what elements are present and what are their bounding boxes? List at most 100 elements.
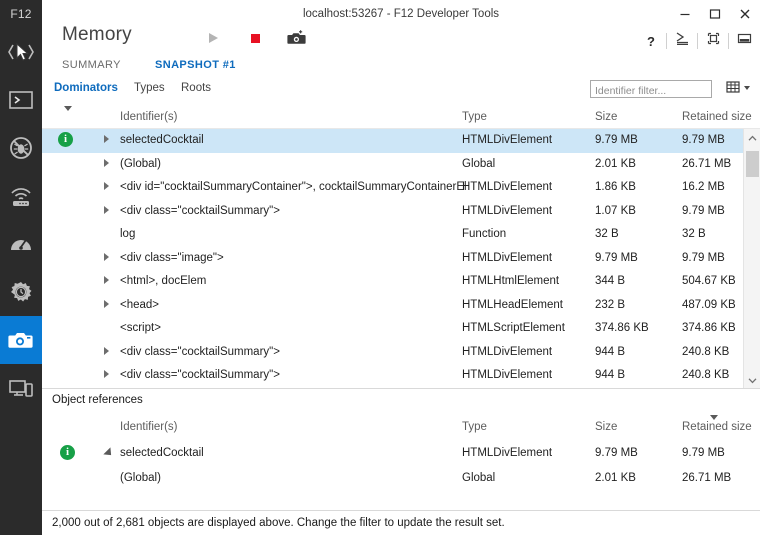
cell-type: HTMLScriptElement [462, 322, 565, 334]
object-references-title: Object references [52, 394, 143, 406]
expand-triangle-icon[interactable] [104, 299, 109, 308]
table-row[interactable]: <div id="cocktailSummaryContainer">, coc… [42, 176, 743, 200]
cell-size: 32 B [595, 228, 619, 240]
sidebar-item-emulation[interactable] [0, 364, 42, 412]
take-heap-snapshot-button[interactable] [286, 29, 308, 51]
table-row[interactable]: <script> HTMLScriptElement 374.86 KB 374.86… [42, 317, 743, 341]
scroll-up-button[interactable] [744, 129, 760, 146]
table-row[interactable]: <html>, docElem HTMLHtmlElement 344 B 504.6… [42, 270, 743, 294]
tab-types[interactable]: Types [134, 82, 165, 94]
status-bar: 2,000 out of 2,681 objects are displayed… [42, 510, 760, 535]
scroll-down-button[interactable] [744, 371, 760, 388]
start-profiling-button[interactable] [202, 29, 224, 51]
performance-icon [8, 233, 34, 255]
column-header-identifiers[interactable]: Identifier(s) [120, 111, 178, 123]
cell-retained-size: 9.79 MB [682, 204, 725, 217]
tab-roots[interactable]: Roots [181, 82, 211, 94]
table-row[interactable]: <div class="cocktailSummary"> HTMLDivElem… [42, 200, 743, 224]
object-references-list[interactable]: i selectedCocktail HTMLDivElement 9.79 MB 9.… [42, 441, 760, 491]
expand-triangle-icon[interactable] [104, 276, 109, 284]
tab-dominators[interactable]: Dominators [54, 82, 118, 94]
cell-retained-size: 16.2 MB [682, 181, 725, 193]
cell-size: 944 B [595, 345, 626, 358]
expand-triangle-icon[interactable] [104, 370, 109, 378]
sort-descending-icon [710, 415, 718, 420]
cell-type: HTMLHeadElement [462, 298, 563, 311]
f12-developer-tools-window: F12 localhost:53267 - F12 Developer Tool… [0, 0, 760, 535]
dominators-grid[interactable]: i selectedCocktail HTMLDivElement 9.79 MB 9.… [42, 129, 760, 388]
table-row[interactable]: <div class="cocktailSummary"> HTMLDivElem… [42, 341, 743, 365]
scrollbar-thumb[interactable] [746, 151, 759, 177]
cell-type: HTMLDivElement [462, 447, 553, 459]
emulation-icon [8, 377, 34, 399]
close-button[interactable] [730, 0, 760, 28]
help-button[interactable]: ? [639, 30, 663, 52]
cell-size: 2.01 KB [595, 157, 636, 170]
sidebar-item-ui-responsiveness[interactable] [0, 268, 42, 316]
cell-identifier: (Global) [120, 472, 161, 484]
sidebar-item-network[interactable] [0, 172, 42, 220]
tab-summary[interactable]: SUMMARY [62, 59, 121, 71]
sidebar-item-dom-explorer[interactable] [0, 28, 42, 76]
expand-triangle-icon[interactable] [104, 205, 109, 214]
minimize-button[interactable] [670, 0, 700, 28]
expand-triangle-icon[interactable] [104, 158, 109, 167]
collapse-triangle-icon[interactable] [103, 447, 115, 459]
info-icon: i [60, 445, 75, 460]
snapshot-tabs: SUMMARY SNAPSHOT #1 [42, 56, 760, 78]
cell-retained-size: 487.09 KB [682, 298, 736, 311]
column-header-identifiers[interactable]: Identifier(s) [120, 421, 178, 433]
dock-icon [737, 31, 752, 51]
cell-type: HTMLDivElement [462, 369, 553, 381]
object-references-panel: Object references Identifier(s) Type Siz… [42, 388, 760, 510]
table-row[interactable]: <div class="image"> HTMLDivElement 9.79 MB… [42, 247, 743, 271]
panel-headerbar: Memory ? [42, 24, 760, 56]
expand-triangle-icon[interactable] [104, 252, 109, 261]
info-icon: i [58, 132, 73, 147]
cell-size: 1.86 KB [595, 181, 636, 193]
table-row[interactable]: (Global) Global 2.01 KB 26.71 MB [42, 466, 743, 491]
columns-grid-button[interactable] [724, 80, 742, 98]
maximize-button[interactable] [700, 0, 730, 28]
column-header-size[interactable]: Size [595, 111, 617, 123]
dock-button[interactable] [732, 30, 756, 52]
table-row[interactable]: log Function 32 B 32 B [42, 223, 743, 247]
cell-identifier: <div id="cocktailSummaryContainer">, coc… [120, 181, 467, 193]
table-row[interactable]: i selectedCocktail HTMLDivElement 9.79 MB 9.… [42, 441, 743, 466]
f12-label: F12 [10, 7, 32, 21]
sidebar-item-performance[interactable] [0, 220, 42, 268]
table-row[interactable]: (Global) Global 2.01 KB 26.71 MB [42, 153, 743, 177]
minimize-icon [679, 8, 691, 20]
sidebar-item-debugger[interactable] [0, 124, 42, 172]
stop-profiling-button[interactable] [244, 29, 266, 51]
tab-snapshot-1[interactable]: SNAPSHOT #1 [155, 59, 236, 71]
sidebar-item-memory[interactable] [0, 316, 42, 364]
column-header-retained-size[interactable]: Retained size [682, 421, 752, 433]
identifier-filter[interactable] [590, 80, 712, 99]
column-header-retained-size[interactable]: Retained size [682, 111, 752, 123]
column-header-size[interactable]: Size [595, 421, 617, 433]
chevron-down-icon[interactable] [744, 86, 750, 90]
cell-type: Global [462, 157, 496, 170]
cell-type: HTMLHtmlElement [462, 275, 560, 287]
cell-retained-size: 9.79 MB [682, 251, 725, 264]
column-header-type[interactable]: Type [462, 111, 487, 123]
cell-retained-size: 9.79 MB [682, 134, 725, 146]
table-row[interactable]: <div class="cocktailSummary"> HTMLDivElem… [42, 364, 743, 388]
sidebar-item-console[interactable] [0, 76, 42, 124]
expand-triangle-icon[interactable] [104, 182, 109, 190]
table-row[interactable]: <head> HTMLHeadElement 232 B 487.09 KB [42, 294, 743, 318]
vertical-scrollbar[interactable] [743, 129, 760, 388]
column-header-type[interactable]: Type [462, 421, 487, 433]
sort-caret-icon[interactable] [64, 106, 72, 111]
expand-triangle-icon[interactable] [104, 135, 109, 143]
cell-type: HTMLDivElement [462, 204, 553, 217]
table-row[interactable]: i selectedCocktail HTMLDivElement 9.79 MB 9.… [42, 129, 743, 153]
send-feedback-button[interactable] [670, 30, 694, 52]
divider [666, 33, 667, 49]
pin-button[interactable] [701, 30, 725, 52]
search-input[interactable] [591, 83, 711, 99]
console-icon [8, 90, 34, 110]
titlebar: localhost:53267 - F12 Developer Tools [42, 0, 760, 28]
expand-triangle-icon[interactable] [104, 346, 109, 355]
